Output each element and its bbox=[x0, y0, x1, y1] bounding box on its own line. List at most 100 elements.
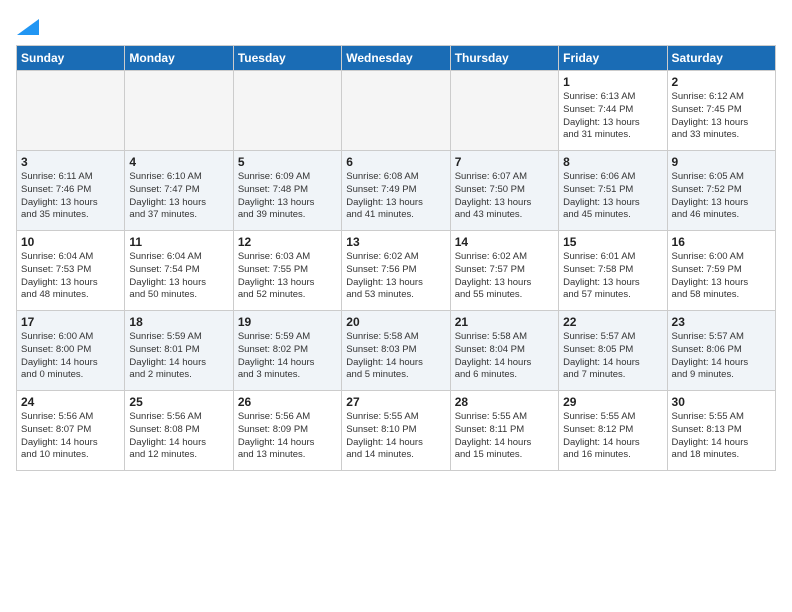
day-number: 13 bbox=[346, 235, 445, 249]
day-info: Sunrise: 5:56 AM Sunset: 8:08 PM Dayligh… bbox=[129, 411, 228, 462]
day-number: 9 bbox=[672, 155, 771, 169]
day-info: Sunrise: 6:04 AM Sunset: 7:53 PM Dayligh… bbox=[21, 251, 120, 302]
calendar-day-cell: 22Sunrise: 5:57 AM Sunset: 8:05 PM Dayli… bbox=[559, 311, 667, 391]
weekday-header: Saturday bbox=[667, 46, 775, 71]
calendar-day-cell: 29 Sunrise: 5:55 AM Sunset: 8:12 PM Dayli… bbox=[559, 391, 667, 471]
day-info: Sunrise: 6:09 AM Sunset: 7:48 PM Dayligh… bbox=[238, 171, 337, 222]
calendar-day-cell bbox=[125, 71, 233, 151]
day-info: Sunrise: 6:13 AM Sunset: 7:44 PM Dayligh… bbox=[563, 91, 662, 142]
day-info: Sunrise: 6:07 AM Sunset: 7:50 PM Dayligh… bbox=[455, 171, 554, 222]
calendar-day-cell: 25 Sunrise: 5:56 AM Sunset: 8:08 PM Dayli… bbox=[125, 391, 233, 471]
day-number: 17 bbox=[21, 315, 120, 329]
weekday-header: Tuesday bbox=[233, 46, 341, 71]
weekday-header: Sunday bbox=[17, 46, 125, 71]
day-number: 8 bbox=[563, 155, 662, 169]
calendar-day-cell: 20Sunrise: 5:58 AM Sunset: 8:03 PM Dayli… bbox=[342, 311, 450, 391]
day-info: Sunrise: 6:06 AM Sunset: 7:51 PM Dayligh… bbox=[563, 171, 662, 222]
day-number: 5 bbox=[238, 155, 337, 169]
calendar-day-cell: 23Sunrise: 5:57 AM Sunset: 8:06 PM Dayli… bbox=[667, 311, 775, 391]
calendar-day-cell: 15 Sunrise: 6:01 AM Sunset: 7:58 PM Dayli… bbox=[559, 231, 667, 311]
calendar-day-cell: 2 Sunrise: 6:12 AM Sunset: 7:45 PM Daylig… bbox=[667, 71, 775, 151]
day-info: Sunrise: 5:55 AM Sunset: 8:10 PM Dayligh… bbox=[346, 411, 445, 462]
logo-icon bbox=[17, 19, 39, 35]
day-info: Sunrise: 5:59 AM Sunset: 8:02 PM Dayligh… bbox=[238, 331, 337, 382]
day-info: Sunrise: 6:00 AM Sunset: 7:59 PM Dayligh… bbox=[672, 251, 771, 302]
calendar-day-cell: 26Sunrise: 5:56 AM Sunset: 8:09 PM Dayli… bbox=[233, 391, 341, 471]
calendar-week-row: 1 Sunrise: 6:13 AM Sunset: 7:44 PM Daylig… bbox=[17, 71, 776, 151]
calendar-week-row: 10 Sunrise: 6:04 AM Sunset: 7:53 PM Dayli… bbox=[17, 231, 776, 311]
day-info: Sunrise: 5:59 AM Sunset: 8:01 PM Dayligh… bbox=[129, 331, 228, 382]
calendar-day-cell: 17 Sunrise: 6:00 AM Sunset: 8:00 PM Dayli… bbox=[17, 311, 125, 391]
calendar-week-row: 17 Sunrise: 6:00 AM Sunset: 8:00 PM Dayli… bbox=[17, 311, 776, 391]
calendar-day-cell bbox=[342, 71, 450, 151]
day-number: 7 bbox=[455, 155, 554, 169]
calendar-day-cell: 18Sunrise: 5:59 AM Sunset: 8:01 PM Dayli… bbox=[125, 311, 233, 391]
page-header bbox=[16, 16, 776, 37]
day-number: 25 bbox=[129, 395, 228, 409]
day-number: 11 bbox=[129, 235, 228, 249]
day-number: 15 bbox=[563, 235, 662, 249]
weekday-header: Thursday bbox=[450, 46, 558, 71]
day-number: 2 bbox=[672, 75, 771, 89]
day-info: Sunrise: 6:05 AM Sunset: 7:52 PM Dayligh… bbox=[672, 171, 771, 222]
calendar-week-row: 24 Sunrise: 5:56 AM Sunset: 8:07 PM Dayli… bbox=[17, 391, 776, 471]
day-number: 1 bbox=[563, 75, 662, 89]
day-info: Sunrise: 6:04 AM Sunset: 7:54 PM Dayligh… bbox=[129, 251, 228, 302]
day-number: 27 bbox=[346, 395, 445, 409]
calendar-table: SundayMondayTuesdayWednesdayThursdayFrid… bbox=[16, 45, 776, 471]
calendar-day-cell: 21 Sunrise: 5:58 AM Sunset: 8:04 PM Dayli… bbox=[450, 311, 558, 391]
calendar-day-cell: 30 Sunrise: 5:55 AM Sunset: 8:13 PM Dayli… bbox=[667, 391, 775, 471]
calendar-week-row: 3 Sunrise: 6:11 AM Sunset: 7:46 PM Daylig… bbox=[17, 151, 776, 231]
calendar-day-cell: 7 Sunrise: 6:07 AM Sunset: 7:50 PM Daylig… bbox=[450, 151, 558, 231]
weekday-header: Wednesday bbox=[342, 46, 450, 71]
calendar-day-cell: 1 Sunrise: 6:13 AM Sunset: 7:44 PM Daylig… bbox=[559, 71, 667, 151]
calendar-day-cell: 16 Sunrise: 6:00 AM Sunset: 7:59 PM Dayli… bbox=[667, 231, 775, 311]
day-info: Sunrise: 6:08 AM Sunset: 7:49 PM Dayligh… bbox=[346, 171, 445, 222]
calendar-day-cell: 24 Sunrise: 5:56 AM Sunset: 8:07 PM Dayli… bbox=[17, 391, 125, 471]
day-info: Sunrise: 6:03 AM Sunset: 7:55 PM Dayligh… bbox=[238, 251, 337, 302]
day-number: 3 bbox=[21, 155, 120, 169]
logo-general bbox=[16, 16, 39, 37]
day-number: 16 bbox=[672, 235, 771, 249]
day-info: Sunrise: 6:10 AM Sunset: 7:47 PM Dayligh… bbox=[129, 171, 228, 222]
calendar-day-cell: 27 Sunrise: 5:55 AM Sunset: 8:10 PM Dayli… bbox=[342, 391, 450, 471]
calendar-day-cell bbox=[233, 71, 341, 151]
day-info: Sunrise: 6:11 AM Sunset: 7:46 PM Dayligh… bbox=[21, 171, 120, 222]
calendar-day-cell: 14 Sunrise: 6:02 AM Sunset: 7:57 PM Dayli… bbox=[450, 231, 558, 311]
day-number: 29 bbox=[563, 395, 662, 409]
day-info: Sunrise: 5:56 AM Sunset: 8:07 PM Dayligh… bbox=[21, 411, 120, 462]
day-number: 4 bbox=[129, 155, 228, 169]
calendar-day-cell bbox=[17, 71, 125, 151]
day-info: Sunrise: 6:01 AM Sunset: 7:58 PM Dayligh… bbox=[563, 251, 662, 302]
calendar-day-cell: 5 Sunrise: 6:09 AM Sunset: 7:48 PM Daylig… bbox=[233, 151, 341, 231]
day-number: 19 bbox=[238, 315, 337, 329]
calendar-day-cell: 12Sunrise: 6:03 AM Sunset: 7:55 PM Dayli… bbox=[233, 231, 341, 311]
calendar-day-cell: 11 Sunrise: 6:04 AM Sunset: 7:54 PM Dayli… bbox=[125, 231, 233, 311]
day-info: Sunrise: 5:55 AM Sunset: 8:13 PM Dayligh… bbox=[672, 411, 771, 462]
day-info: Sunrise: 6:00 AM Sunset: 8:00 PM Dayligh… bbox=[21, 331, 120, 382]
calendar-day-cell: 3 Sunrise: 6:11 AM Sunset: 7:46 PM Daylig… bbox=[17, 151, 125, 231]
day-info: Sunrise: 5:58 AM Sunset: 8:04 PM Dayligh… bbox=[455, 331, 554, 382]
day-info: Sunrise: 6:12 AM Sunset: 7:45 PM Dayligh… bbox=[672, 91, 771, 142]
day-number: 26 bbox=[238, 395, 337, 409]
weekday-header: Monday bbox=[125, 46, 233, 71]
day-number: 23 bbox=[672, 315, 771, 329]
calendar-day-cell: 19 Sunrise: 5:59 AM Sunset: 8:02 PM Dayli… bbox=[233, 311, 341, 391]
calendar-day-cell: 6 Sunrise: 6:08 AM Sunset: 7:49 PM Daylig… bbox=[342, 151, 450, 231]
day-number: 30 bbox=[672, 395, 771, 409]
calendar-day-cell: 13 Sunrise: 6:02 AM Sunset: 7:56 PM Dayli… bbox=[342, 231, 450, 311]
day-info: Sunrise: 5:55 AM Sunset: 8:12 PM Dayligh… bbox=[563, 411, 662, 462]
day-info: Sunrise: 5:58 AM Sunset: 8:03 PM Dayligh… bbox=[346, 331, 445, 382]
calendar-day-cell: 9 Sunrise: 6:05 AM Sunset: 7:52 PM Daylig… bbox=[667, 151, 775, 231]
day-number: 24 bbox=[21, 395, 120, 409]
day-number: 14 bbox=[455, 235, 554, 249]
day-number: 10 bbox=[21, 235, 120, 249]
day-info: Sunrise: 6:02 AM Sunset: 7:56 PM Dayligh… bbox=[346, 251, 445, 302]
weekday-header: Friday bbox=[559, 46, 667, 71]
day-number: 28 bbox=[455, 395, 554, 409]
calendar-day-cell: 10 Sunrise: 6:04 AM Sunset: 7:53 PM Dayli… bbox=[17, 231, 125, 311]
day-info: Sunrise: 6:02 AM Sunset: 7:57 PM Dayligh… bbox=[455, 251, 554, 302]
day-number: 6 bbox=[346, 155, 445, 169]
calendar-day-cell: 28Sunrise: 5:55 AM Sunset: 8:11 PM Dayli… bbox=[450, 391, 558, 471]
day-number: 21 bbox=[455, 315, 554, 329]
